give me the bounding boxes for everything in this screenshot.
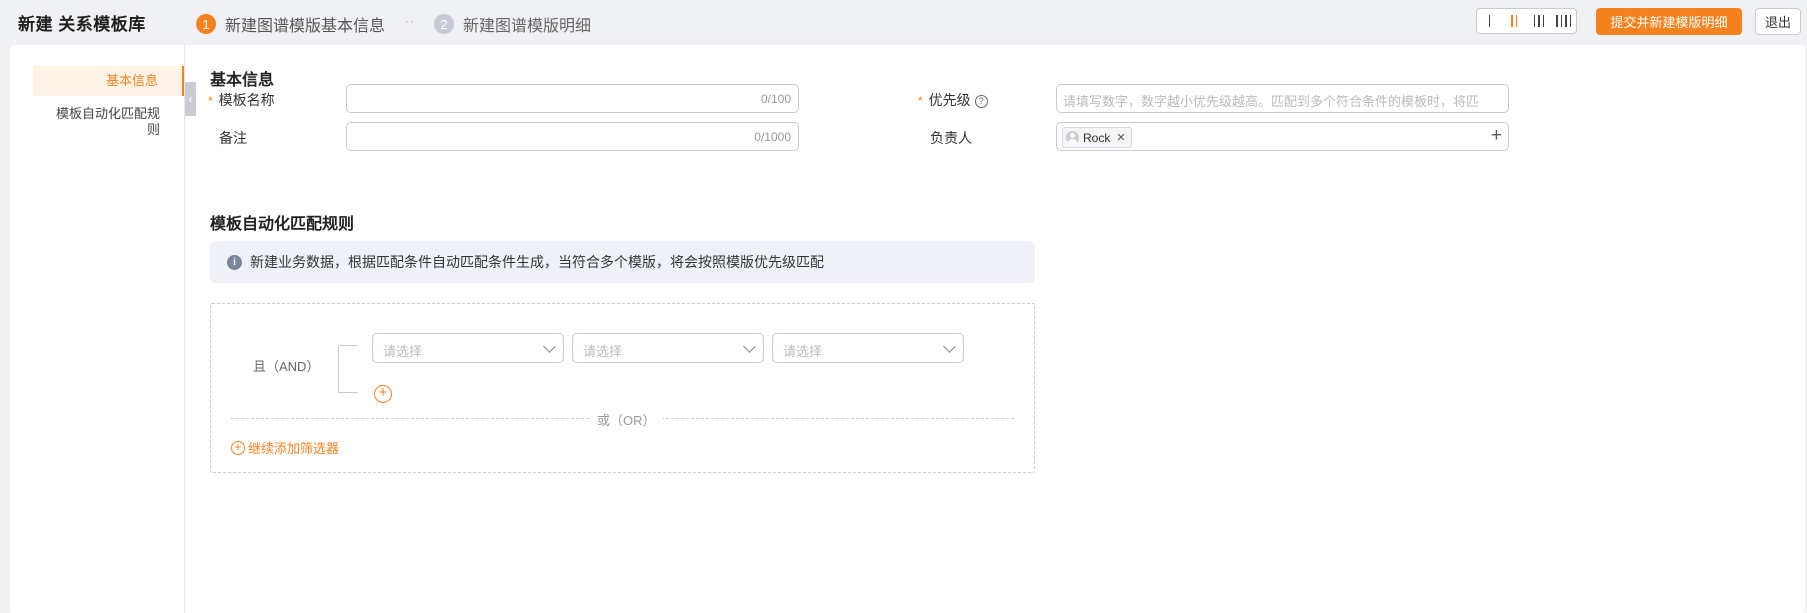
chevron-down-icon bbox=[543, 340, 556, 353]
remark-input[interactable]: 0/1000 bbox=[346, 122, 799, 151]
rules-info-alert: i 新建业务数据，根据匹配条件自动匹配条件生成，当符合多个模版，将会按照模版优先… bbox=[210, 241, 1035, 283]
step-detail[interactable]: 2 新建图谱模版明细 bbox=[434, 12, 591, 36]
priority-input[interactable]: 请填写数字，数字越小优先级越高。匹配到多个符合条件的模板时，将匹 bbox=[1056, 84, 1509, 113]
template-name-char-count: 0/100 bbox=[760, 92, 791, 106]
section-title-rules: 模板自动化匹配规则 bbox=[210, 216, 355, 233]
owner-picker[interactable]: Rock ✕ + bbox=[1056, 122, 1509, 151]
and-label: 且（AND） bbox=[253, 359, 320, 374]
chevron-down-icon bbox=[943, 340, 956, 353]
three-column-icon[interactable] bbox=[1527, 9, 1552, 33]
owner-tag-name: Rock bbox=[1083, 130, 1111, 145]
add-filter-label: 继续添加筛选器 bbox=[248, 441, 340, 456]
info-icon: i bbox=[227, 254, 242, 270]
nav-item-basic-info[interactable]: 基本信息 bbox=[33, 66, 184, 96]
required-icon: * bbox=[208, 94, 213, 108]
plus-circle-icon: + bbox=[231, 440, 245, 455]
owner-label: 负责人 bbox=[930, 130, 972, 146]
add-condition-icon[interactable]: + bbox=[374, 385, 392, 403]
main-card: 基本信息 模板自动化匹配规则 ‹ 基本信息 * 模板名称 0/100 * 优先级? … bbox=[10, 45, 1805, 613]
owner-tag: Rock ✕ bbox=[1062, 127, 1132, 148]
required-icon: * bbox=[918, 94, 923, 108]
rule-group-box: 且（AND） 请选择 请选择 请选择 + 或（OR） + 继续添加筛选器 bbox=[210, 303, 1035, 473]
priority-placeholder: 请填写数字，数字越小优先级越高。匹配到多个符合条件的模板时，将匹 bbox=[1063, 94, 1480, 109]
nav-item-match-rules[interactable]: 模板自动化匹配规则 bbox=[50, 106, 160, 138]
collapse-nav-icon[interactable]: ‹ bbox=[185, 82, 196, 116]
layout-column-switcher bbox=[1476, 8, 1577, 34]
or-label: 或（OR） bbox=[590, 410, 663, 429]
add-filter-button[interactable]: + 继续添加筛选器 bbox=[231, 438, 339, 457]
condition-field-select[interactable]: 请选择 bbox=[372, 333, 564, 363]
step-basic-info[interactable]: 1 新建图谱模版基本信息 bbox=[196, 12, 385, 36]
step-label-1: 新建图谱模版基本信息 bbox=[225, 18, 386, 35]
header: 新建 关系模板库 1 新建图谱模版基本信息 ·· 2 新建图谱模版明细 提交并新… bbox=[0, 0, 1807, 44]
step-label-2: 新建图谱模版明细 bbox=[463, 18, 592, 35]
avatar bbox=[1066, 131, 1079, 144]
help-icon[interactable]: ? bbox=[974, 95, 988, 108]
condition-operator-select[interactable]: 请选择 bbox=[572, 333, 764, 363]
page-title: 新建 关系模板库 bbox=[18, 15, 146, 34]
single-column-icon[interactable] bbox=[1477, 9, 1502, 33]
exit-button[interactable]: 退出 bbox=[1755, 8, 1801, 35]
step-number-2: 2 bbox=[434, 14, 454, 34]
submit-and-create-detail-button[interactable]: 提交并新建模版明细 bbox=[1596, 8, 1742, 35]
priority-label: * 优先级? bbox=[918, 90, 988, 110]
section-title-basic: 基本信息 bbox=[210, 72, 275, 89]
two-column-icon[interactable] bbox=[1502, 9, 1527, 33]
section-nav: 基本信息 模板自动化匹配规则 bbox=[10, 45, 185, 613]
four-column-icon[interactable] bbox=[1551, 9, 1576, 33]
and-bracket bbox=[338, 345, 358, 393]
plus-icon[interactable]: + bbox=[1491, 126, 1502, 146]
close-icon[interactable]: ✕ bbox=[1116, 131, 1125, 144]
template-name-label: * 模板名称 bbox=[208, 92, 275, 108]
chevron-down-icon bbox=[743, 340, 756, 353]
step-separator: ·· bbox=[405, 14, 415, 28]
remark-char-count: 0/1000 bbox=[754, 130, 791, 144]
template-name-input[interactable]: 0/100 bbox=[346, 84, 799, 113]
condition-value-select[interactable]: 请选择 bbox=[772, 333, 964, 363]
rules-info-text: 新建业务数据，根据匹配条件自动匹配条件生成，当符合多个模版，将会按照模版优先级匹… bbox=[250, 254, 824, 270]
step-number-1: 1 bbox=[196, 14, 216, 34]
remark-label: 备注 bbox=[219, 130, 247, 146]
